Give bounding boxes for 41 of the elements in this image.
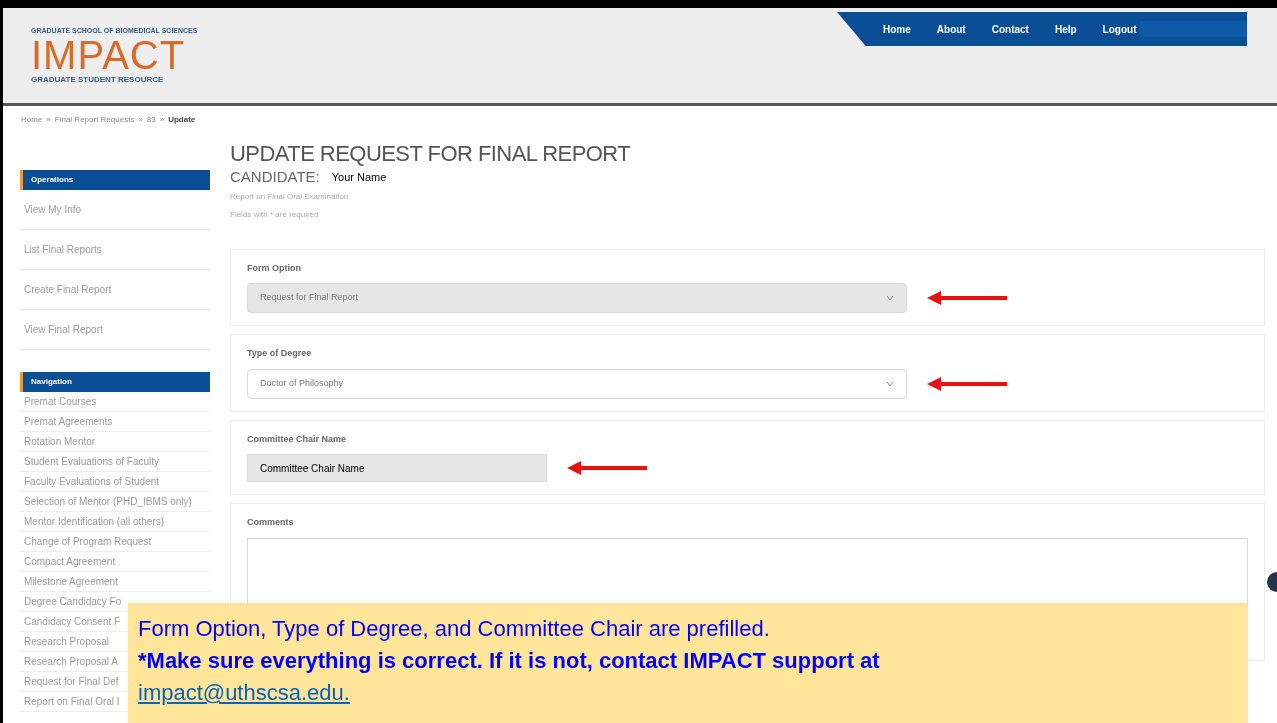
breadcrumb-link[interactable]: 83	[146, 114, 156, 126]
sidebar-item[interactable]: Premat Courses	[20, 392, 210, 412]
nav-link[interactable]: Help	[1054, 21, 1077, 37]
caret-icon	[886, 380, 894, 387]
logo-wordmark: IMPACT	[31, 35, 187, 75]
select-field[interactable]: Doctor of Philosophy	[247, 368, 907, 399]
sidebar-item[interactable]: Student Evaluations of Faculty	[20, 452, 210, 472]
sidebar-item[interactable]: Compact Agreement	[20, 552, 210, 572]
sidebar-item[interactable]: Milestone Agreement	[20, 572, 210, 592]
candidate-label: CANDIDATE:	[230, 167, 320, 187]
sidebar-heading: Operations	[20, 170, 210, 190]
logo-subtitle: GRADUATE STUDENT RESOURCE	[31, 75, 165, 85]
page-title: UPDATE REQUEST FOR FINAL REPORT	[230, 142, 632, 166]
nav-link[interactable]: Logout	[1102, 21, 1137, 37]
sidebar-item[interactable]: Create Final Report	[20, 270, 210, 310]
field-label: Form Option	[247, 261, 302, 275]
breadcrumb-separator: »	[159, 114, 165, 126]
required-note: Fields with * are required	[230, 208, 320, 221]
breadcrumb-link[interactable]: Update	[168, 114, 196, 126]
breadcrumb-link[interactable]: Home	[21, 114, 43, 126]
sidebar-item[interactable]: View Final Report	[20, 310, 210, 350]
sidebar-item[interactable]: List Final Reports	[20, 230, 210, 270]
field-label: Committee Chair Name	[247, 432, 348, 446]
sidebar-heading: Navigation	[20, 372, 210, 392]
breadcrumb-link[interactable]: Final Report Requests	[54, 114, 135, 126]
sidebar-item[interactable]: Premat Agreements	[20, 412, 210, 432]
sidebar-item[interactable]: Change of Program Request	[20, 532, 210, 552]
nav-link[interactable]: About	[936, 21, 966, 37]
nav-link[interactable]: Home	[883, 21, 911, 37]
field-label: Type of Degree	[247, 347, 313, 360]
field-label: Comments	[247, 516, 295, 529]
breadcrumb-separator: »	[46, 114, 51, 126]
sidebar-item[interactable]: View My Info	[20, 190, 210, 230]
page-subtitle: Report on Final Oral Examination	[230, 190, 350, 203]
sidebar-item[interactable]: Rotation Mentor	[20, 432, 210, 452]
nav-link[interactable]: Contact	[991, 21, 1029, 37]
sidebar-item[interactable]: Mentor Identification (all others)	[20, 512, 210, 532]
breadcrumb-separator: »	[138, 114, 143, 126]
caret-icon	[886, 295, 894, 301]
sidebar-item[interactable]: Faculty Evaluations of Student	[20, 472, 210, 492]
sidebar-item[interactable]: Selection of Mentor (PHD_IBMS only)	[20, 492, 210, 512]
